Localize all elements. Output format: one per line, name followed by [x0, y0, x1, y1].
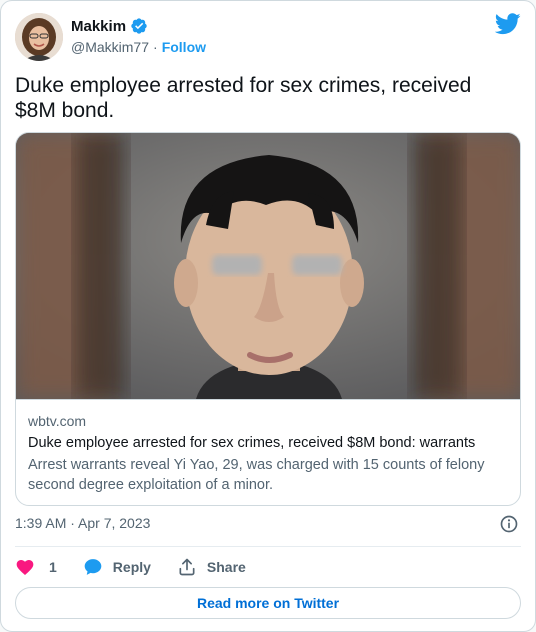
reply-button[interactable]: Reply	[83, 557, 151, 577]
link-card[interactable]: wbtv.com Duke employee arrested for sex …	[15, 132, 521, 506]
tweet-text: Duke employee arrested for sex crimes, r…	[15, 74, 472, 122]
verified-badge-icon	[131, 18, 147, 34]
info-icon[interactable]	[499, 514, 519, 534]
follow-button[interactable]: Follow	[162, 39, 206, 55]
reply-label: Reply	[112, 559, 151, 575]
card-body[interactable]: wbtv.com Duke employee arrested for sex …	[16, 399, 520, 505]
tweet-timestamp[interactable]: 1:39 AM · Apr 7, 2023	[15, 515, 150, 531]
embedded-tweet: Makkim @Makkim77 · Follow Duke employee …	[0, 0, 536, 632]
handle[interactable]: @Makkim77	[71, 39, 149, 55]
read-more-button[interactable]: Read more on Twitter	[15, 587, 521, 619]
handle-row: @Makkim77 · Follow	[71, 39, 206, 55]
divider	[15, 546, 521, 547]
avatar[interactable]	[15, 13, 63, 61]
like-count: 1	[49, 559, 57, 575]
card-description: Arrest warrants reveal Yi Yao, 29, was c…	[28, 457, 485, 493]
share-icon	[179, 558, 195, 576]
separator-dot: ·	[153, 39, 158, 55]
name-row: Makkim	[71, 17, 148, 35]
reply-bubble-icon	[84, 559, 102, 575]
card-image[interactable]	[16, 133, 520, 399]
card-domain: wbtv.com	[28, 413, 87, 429]
twitter-bird-icon[interactable]	[495, 13, 521, 35]
like-button[interactable]: 1	[15, 557, 57, 577]
share-label: Share	[206, 559, 246, 575]
tweet-header: Makkim @Makkim77 · Follow	[15, 13, 521, 61]
action-bar: 1 Reply Share	[15, 556, 246, 578]
card-title: Duke employee arrested for sex crimes, r…	[28, 435, 476, 451]
display-name[interactable]: Makkim	[71, 18, 126, 35]
share-button[interactable]: Share	[177, 557, 246, 577]
heart-icon	[16, 560, 34, 575]
